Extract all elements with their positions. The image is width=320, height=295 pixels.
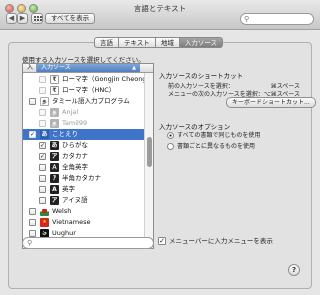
list-item-checkbox[interactable]: ✓ <box>29 131 36 138</box>
list-item-label: タミール語入力プログラム <box>52 97 130 105</box>
input-source-icon: ア <box>50 152 59 161</box>
input-source-icon: Ａ <box>50 163 59 172</box>
tab-region[interactable]: 地域 <box>155 37 180 48</box>
list-item[interactable]: ✓ あひらがな <box>23 140 144 151</box>
list-item-label: Welsh <box>52 207 72 215</box>
list-search-input[interactable]: ⚲ <box>22 237 154 249</box>
radio-button-selected[interactable] <box>167 132 174 139</box>
input-source-icon <box>40 207 49 216</box>
search-icon: ⚲ <box>27 239 33 247</box>
radio-same-for-all-label: すべての書類で同じものを使用 <box>177 132 261 139</box>
show-input-menu-label: メニューバーに入力メニューを表示 <box>169 237 273 245</box>
input-source-icon: ★ <box>40 218 49 227</box>
input-source-icon: あ <box>50 141 59 150</box>
list-item-checkbox[interactable]: ✓ <box>39 153 46 160</box>
input-source-icon: த <box>50 119 59 128</box>
show-all-button[interactable]: すべてを表示 <box>45 13 96 24</box>
list-item[interactable]: Welsh <box>23 206 144 217</box>
list-item[interactable]: த タミール語入力プログラム <box>23 96 144 107</box>
list-item-label: 半角カタカナ <box>62 174 101 182</box>
list-header: 入 入力ソース ▲ <box>23 64 153 73</box>
list-item-checkbox[interactable] <box>29 98 36 105</box>
list-item-label: Tamil99 <box>62 119 88 127</box>
list-item[interactable]: A 英字 <box>23 184 144 195</box>
input-source-icon: த <box>40 97 49 106</box>
input-source-icon: A <box>50 185 59 194</box>
radio-per-document-label: 書類ごとに異なるものを使用 <box>177 143 256 150</box>
list-item-label: ローマ字（HNC） <box>62 86 116 94</box>
header-input-source-label: 入力ソース <box>41 64 71 71</box>
list-item-checkbox[interactable] <box>29 208 36 215</box>
list-item-label: カタカナ <box>62 152 88 160</box>
search-input[interactable]: ⚲ <box>240 13 314 25</box>
list-item-label: 全角英字 <box>62 163 88 171</box>
list-item-label: アイヌ語 <box>62 196 88 204</box>
list-item-label: ひらがな <box>62 141 88 149</box>
tab-text[interactable]: テキスト <box>119 37 156 48</box>
list-item-checkbox[interactable] <box>39 109 46 116</box>
list-item-label: ローマ字（Gongjin Cheong） <box>62 75 153 83</box>
input-source-icon: ｱ <box>50 174 59 183</box>
scrollbar-thumb[interactable] <box>147 137 152 167</box>
shortcuts-title: 入力ソースのショートカット <box>159 72 244 80</box>
show-input-menu-checkbox[interactable]: ✓ <box>158 237 166 245</box>
forward-button[interactable]: ▶ <box>17 13 28 24</box>
list-item-checkbox[interactable] <box>29 219 36 226</box>
keyboard-shortcuts-button[interactable]: キーボードショートカット... <box>226 97 316 108</box>
chevron-left-icon: ◀ <box>8 14 15 22</box>
list-item-checkbox[interactable]: ✓ <box>39 142 46 149</box>
list-item[interactable]: アアイヌ語 <box>23 195 144 206</box>
tab-input-sources[interactable]: 入力ソース <box>179 37 223 48</box>
sort-triangle-icon: ▲ <box>132 65 136 71</box>
tab-bar: 言語 テキスト 地域 入力ソース <box>94 37 223 48</box>
list-item[interactable]: ✓ あことえり <box>23 129 144 140</box>
back-button[interactable]: ◀ <box>6 13 17 24</box>
list-item-checkbox[interactable] <box>39 76 46 83</box>
list-item[interactable]: த Tamil99 <box>23 118 144 129</box>
list-item[interactable]: Ａ 全角英字 <box>23 162 144 173</box>
title-bar: 言語とテキスト ◀ ▶ すべてを表示 ⚲ <box>0 0 320 30</box>
list-item[interactable]: ★ Vietnamese <box>23 217 144 228</box>
header-checkbox-column[interactable]: 入 <box>27 64 35 72</box>
list-item-checkbox[interactable] <box>39 186 46 193</box>
search-icon: ⚲ <box>244 15 250 23</box>
input-source-list[interactable]: 入 入力ソース ▲ ₹ ローマ字（Gongjin Cheong） ₹ ローマ字（HNC… <box>22 63 154 249</box>
list-item-label: Vietnamese <box>52 218 91 226</box>
list-item-checkbox[interactable] <box>39 164 46 171</box>
grid-view-button[interactable] <box>31 13 43 24</box>
list-item[interactable]: த Anjal <box>23 107 144 118</box>
list-item-checkbox[interactable] <box>39 197 46 204</box>
options-title: 入力ソースのオプション <box>159 123 231 131</box>
input-source-icon: ₹ <box>50 75 59 84</box>
list-item-label: ことえり <box>52 130 78 138</box>
list-item-checkbox[interactable] <box>39 175 46 182</box>
input-source-icon: ア <box>50 196 59 205</box>
radio-button[interactable] <box>167 143 174 150</box>
list-item[interactable]: ｱ半角カタカナ <box>23 173 144 184</box>
list-item[interactable]: ₹ ローマ字（HNC） <box>23 85 144 96</box>
chevron-right-icon: ▶ <box>19 14 26 22</box>
list-item-label: 英字 <box>62 185 75 193</box>
list-item-checkbox[interactable] <box>39 120 46 127</box>
input-source-icon: あ <box>40 130 49 139</box>
list-item[interactable]: ✓ アカタカナ <box>23 151 144 162</box>
list-item[interactable]: ₹ ローマ字（Gongjin Cheong） <box>23 74 153 85</box>
list-scrollbar[interactable] <box>144 73 153 248</box>
tab-language[interactable]: 言語 <box>94 37 119 48</box>
header-input-source-column[interactable]: 入力ソース ▲ <box>36 64 140 72</box>
input-source-icon: ₹ <box>50 86 59 95</box>
help-button[interactable]: ? <box>288 264 300 276</box>
list-item-label: Anjal <box>62 108 79 116</box>
input-source-icon: த <box>50 108 59 117</box>
list-item-checkbox[interactable] <box>39 87 46 94</box>
list-item-checkbox[interactable] <box>29 230 36 237</box>
